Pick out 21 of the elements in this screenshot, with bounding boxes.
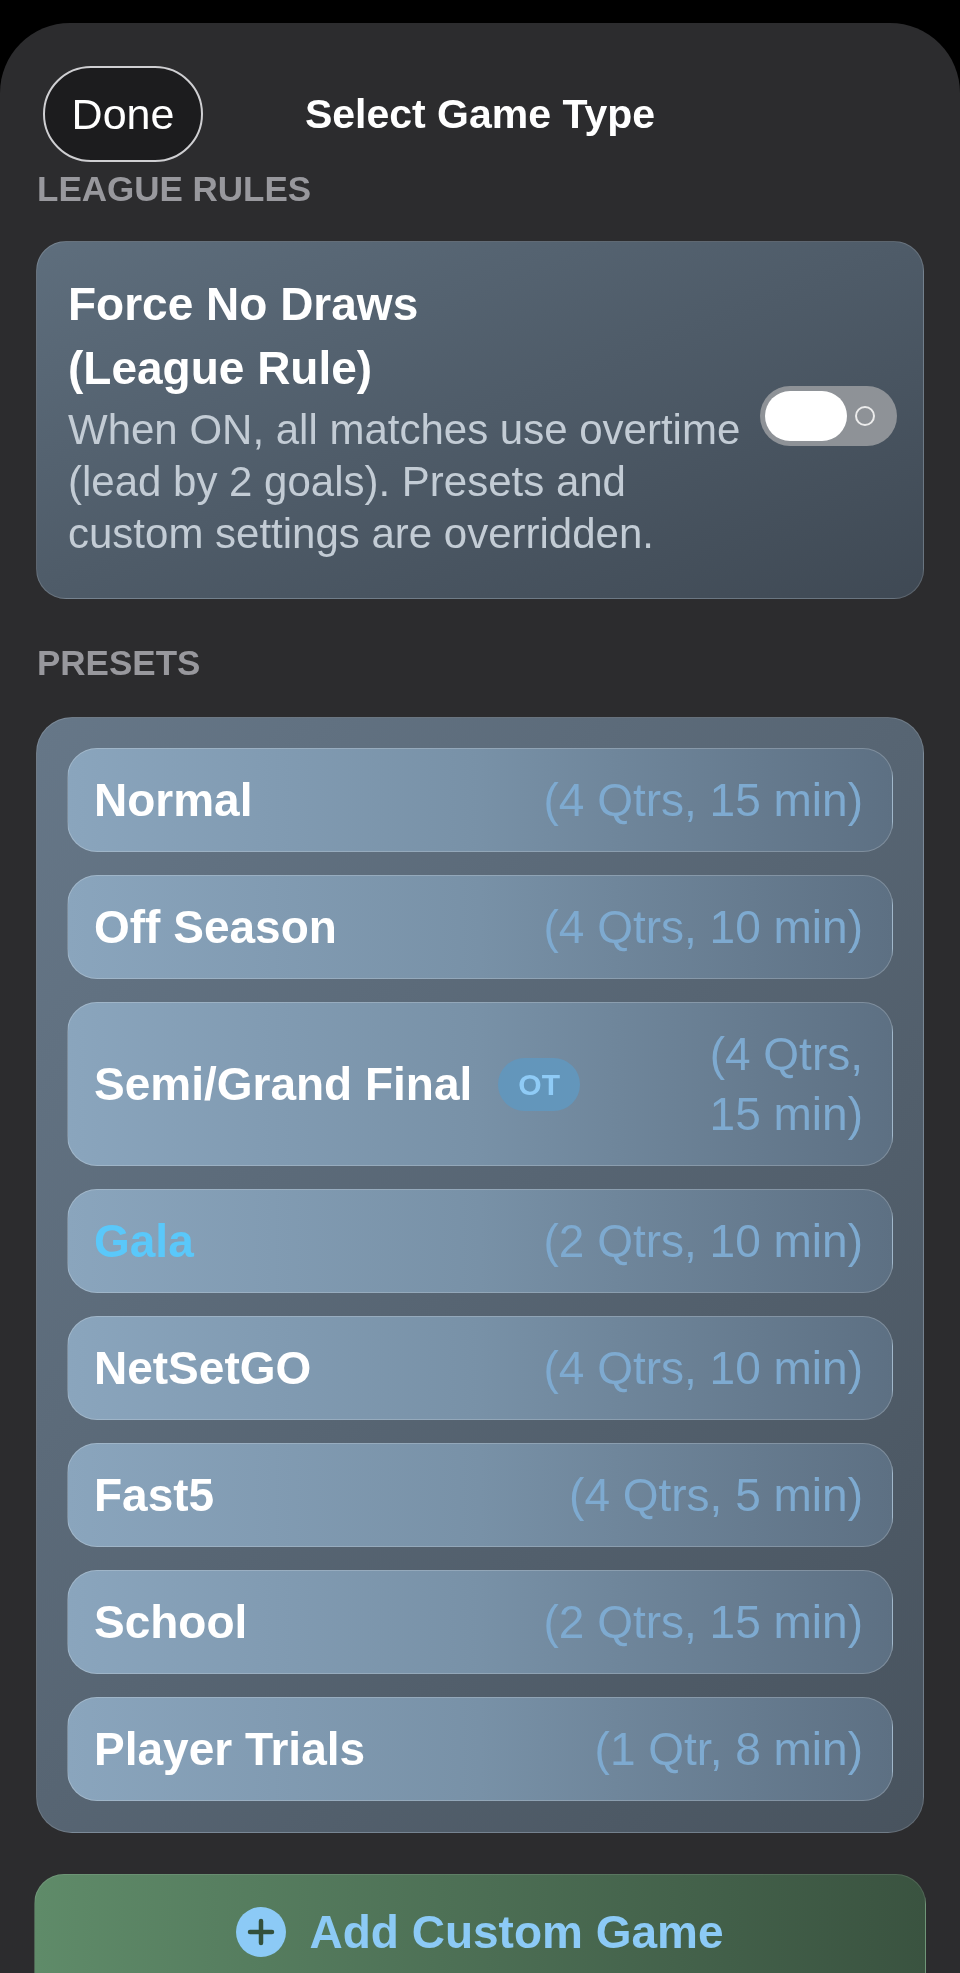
- preset-name: Semi/Grand Final: [94, 1057, 473, 1112]
- preset-name: Fast5: [94, 1468, 215, 1523]
- rule-description: When ON, all matches use overtime (lead by 2 goals). Presets and custom settings are overridden.: [68, 405, 742, 559]
- preset-duration: (4 Qtrs, 15 min): [708, 1027, 863, 1142]
- ot-badge: OT: [498, 1057, 580, 1111]
- preset-name: Player Trials: [94, 1722, 366, 1777]
- add-custom-game-button[interactable]: Add Custom Game: [34, 1874, 926, 1973]
- preset-name: School: [94, 1595, 248, 1650]
- preset-name: Gala: [94, 1214, 194, 1269]
- rule-title: Force No Draws (League Rule): [68, 277, 420, 396]
- toggle-switch[interactable]: [760, 386, 897, 446]
- section-header: PRESETS: [37, 642, 201, 684]
- done-button[interactable]: Done: [43, 66, 203, 162]
- section-header: LEAGUE RULES: [37, 168, 312, 210]
- off-indicator-icon: [855, 406, 875, 426]
- preset-name: Normal: [94, 773, 253, 828]
- preset-row[interactable]: Semi/Grand Final OT (4 Qtrs, 15 min): [67, 1002, 893, 1166]
- preset-name: NetSetGO: [94, 1341, 312, 1396]
- preset-name: Off Season: [94, 900, 337, 955]
- plus-circle-icon: [236, 1907, 287, 1957]
- sheet-title: Select Game Type: [304, 90, 656, 139]
